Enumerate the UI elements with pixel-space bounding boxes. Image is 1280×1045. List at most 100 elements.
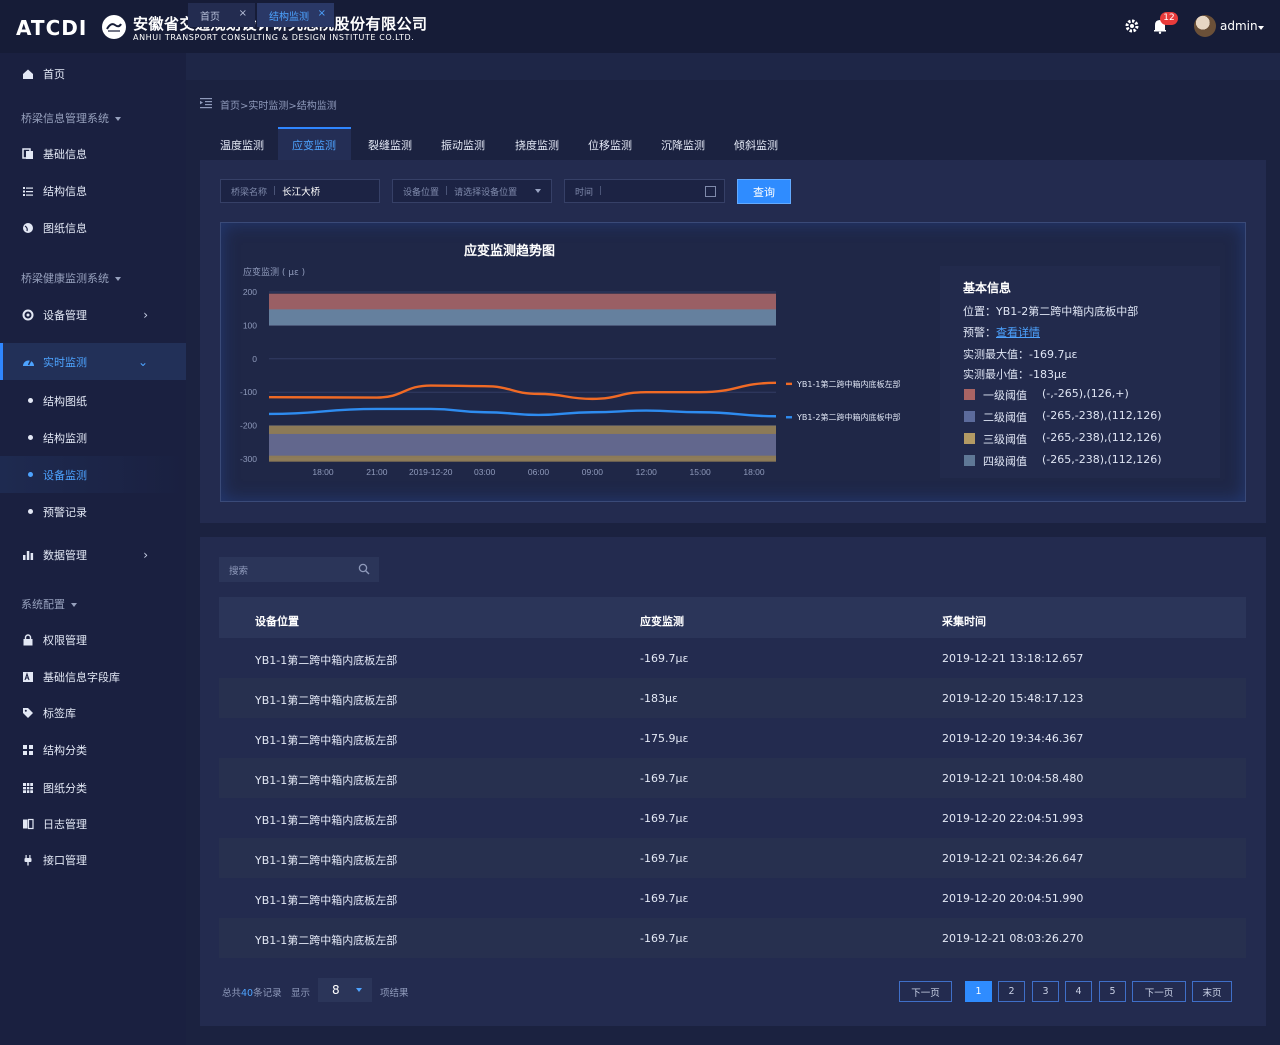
query-button[interactable]: 查询 bbox=[737, 179, 791, 204]
tab-strain[interactable]: 应变监测 bbox=[292, 137, 336, 153]
field-label: 设备位置 bbox=[403, 187, 440, 198]
sidebar-item-label: 设备监测 bbox=[43, 468, 87, 482]
sidebar-subitem-structure-drawing[interactable]: 结构图纸 bbox=[0, 382, 186, 419]
tab-structure-monitor[interactable]: 结构监测 × bbox=[257, 3, 334, 27]
sidebar-item-label: 首页 bbox=[43, 67, 65, 81]
table-row[interactable]: YB1-1第二跨中箱内底板左部 -169.7με 2019-12-20 22:0… bbox=[219, 798, 1246, 838]
column-header-location[interactable]: 设备位置 bbox=[255, 613, 299, 629]
font-icon bbox=[21, 670, 35, 684]
chart-title: 应变监测趋势图 bbox=[464, 244, 556, 259]
tab-deflection[interactable]: 挠度监测 bbox=[515, 137, 559, 153]
username[interactable]: admin bbox=[1220, 19, 1258, 33]
column-header-strain[interactable]: 应变监测 bbox=[640, 613, 684, 629]
sidebar-item-tag-library[interactable]: 标签库 bbox=[0, 694, 186, 731]
sidebar-group-bridge-info[interactable]: 桥梁信息管理系统 bbox=[21, 110, 121, 126]
table-row[interactable]: YB1-1第二跨中箱内底板左部 -169.7με 2019-12-21 10:0… bbox=[219, 758, 1246, 798]
avatar[interactable] bbox=[1194, 15, 1216, 37]
group-label: 系统配置 bbox=[21, 598, 65, 611]
sidebar-item-drawing-class[interactable]: 图纸分类 bbox=[0, 769, 186, 806]
page-button-4[interactable]: 4 bbox=[1065, 981, 1092, 1002]
gear-icon[interactable] bbox=[1124, 18, 1140, 34]
search-icon[interactable] bbox=[358, 563, 370, 575]
sidebar-item-data-mgmt[interactable]: 数据管理 › bbox=[0, 536, 186, 573]
threshold-range-4: (-265,-238),(112,126) bbox=[1042, 453, 1162, 466]
tab-home[interactable]: 首页 × bbox=[188, 3, 255, 27]
sidebar-group-system[interactable]: 系统配置 bbox=[21, 596, 77, 612]
notification-badge: 12 bbox=[1160, 12, 1178, 25]
sidebar-item-log-mgmt[interactable]: 日志管理 bbox=[0, 805, 186, 842]
last-page-button[interactable]: 末页 bbox=[1192, 981, 1232, 1002]
info-max: 实测最大值：-169.7με bbox=[963, 346, 1077, 362]
result-label: 项结果 bbox=[380, 988, 409, 999]
tab-settlement[interactable]: 沉降监测 bbox=[661, 137, 705, 153]
sidebar-item-label: 结构监测 bbox=[43, 431, 87, 445]
cell-strain: -169.7με bbox=[640, 852, 689, 865]
tab-temperature[interactable]: 温度监测 bbox=[220, 137, 264, 153]
series-line bbox=[268, 381, 777, 401]
cell-location: YB1-1第二跨中箱内底板左部 bbox=[255, 854, 398, 867]
cell-time: 2019-12-20 15:48:17.123 bbox=[942, 692, 1084, 705]
sidebar-item-basic-info[interactable]: 基础信息 bbox=[0, 135, 186, 172]
view-details-link[interactable]: 查看详情 bbox=[996, 326, 1040, 339]
cell-location: YB1-1第二跨中箱内底板左部 bbox=[255, 734, 398, 747]
sidebar-item-permission[interactable]: 权限管理 bbox=[0, 621, 186, 658]
company-name-en: ANHUI TRANSPORT CONSULTING & DESIGN INST… bbox=[133, 33, 415, 42]
search-input[interactable]: 搜索 bbox=[219, 557, 379, 582]
chevron-down-icon[interactable] bbox=[1258, 26, 1264, 30]
close-icon[interactable]: × bbox=[239, 8, 247, 19]
sidebar-item-label: 接口管理 bbox=[43, 853, 87, 867]
device-location-select[interactable]: 设备位置 | 请选择设备位置 bbox=[392, 179, 552, 203]
cell-location: YB1-1第二跨中箱内底板左部 bbox=[255, 934, 398, 947]
tab-tilt[interactable]: 倾斜监测 bbox=[734, 137, 778, 153]
page-button-5[interactable]: 5 bbox=[1099, 981, 1126, 1002]
sidebar-subitem-alarm-records[interactable]: 预警记录 bbox=[0, 493, 186, 530]
group-label: 桥梁健康监测系统 bbox=[21, 272, 109, 285]
cell-strain: -183με bbox=[640, 692, 678, 705]
table-row[interactable]: YB1-1第二跨中箱内底板左部 -169.7με 2019-12-20 20:0… bbox=[219, 878, 1246, 918]
table-row[interactable]: YB1-1第二跨中箱内底板左部 -183με 2019-12-20 15:48:… bbox=[219, 678, 1246, 718]
page-button-1[interactable]: 1 bbox=[965, 981, 992, 1002]
sidebar-item-drawing-info[interactable]: 图纸信息 bbox=[0, 209, 186, 246]
sidebar-item-home[interactable]: 首页 bbox=[0, 55, 186, 92]
info-location-label: 位置： bbox=[963, 305, 996, 318]
info-min-label: 实测最小值： bbox=[963, 368, 1029, 381]
cell-location: YB1-1第二跨中箱内底板左部 bbox=[255, 694, 398, 707]
sidebar-item-structure-class[interactable]: 结构分类 bbox=[0, 731, 186, 768]
time-picker[interactable]: 时间 | bbox=[564, 179, 725, 203]
sidebar-item-label: 结构图纸 bbox=[43, 394, 87, 408]
menu-fold-icon[interactable] bbox=[200, 97, 212, 109]
sidebar-item-device-mgmt[interactable]: 设备管理 › bbox=[0, 296, 186, 333]
page-button-3[interactable]: 3 bbox=[1032, 981, 1059, 1002]
sidebar-subitem-device-monitor[interactable]: 设备监测 bbox=[0, 456, 186, 493]
threshold-range-2: (-265,-238),(112,126) bbox=[1042, 409, 1162, 422]
table-row[interactable]: YB1-1第二跨中箱内底板左部 -169.7με 2019-12-21 13:1… bbox=[219, 638, 1246, 678]
page-button-2[interactable]: 2 bbox=[998, 981, 1025, 1002]
tab-crack[interactable]: 裂缝监测 bbox=[368, 137, 412, 153]
next-page-button[interactable]: 下一页 bbox=[1132, 981, 1186, 1002]
sidebar-item-field-library[interactable]: 基础信息字段库 bbox=[0, 658, 186, 695]
page-size-select[interactable]: 8 bbox=[318, 978, 372, 1002]
sidebar-item-realtime[interactable]: 实时监测 ⌄ bbox=[0, 343, 186, 380]
bridge-name-field[interactable]: 桥梁名称 | 长江大桥 bbox=[220, 179, 380, 203]
sidebar-group-health[interactable]: 桥梁健康监测系统 bbox=[21, 270, 121, 286]
sidebar-item-label: 基础信息字段库 bbox=[43, 670, 120, 684]
sidebar-item-structure-info[interactable]: 结构信息 bbox=[0, 172, 186, 209]
page-tab-bar bbox=[186, 53, 1280, 80]
field-label: 时间 bbox=[575, 187, 594, 198]
x-tick-label: 15:00 bbox=[689, 467, 711, 477]
cell-time: 2019-12-20 22:04:51.993 bbox=[942, 812, 1084, 825]
sidebar-item-api-mgmt[interactable]: 接口管理 bbox=[0, 841, 186, 878]
tab-vibration[interactable]: 振动监测 bbox=[441, 137, 485, 153]
sidebar-subitem-structure-monitor[interactable]: 结构监测 bbox=[0, 419, 186, 456]
close-icon[interactable]: × bbox=[318, 8, 326, 19]
breadcrumb: 首页>实时监测>结构监测 bbox=[220, 101, 337, 112]
prev-page-button[interactable]: 下一页 bbox=[899, 981, 952, 1002]
threshold-label-2: 二级阈值 bbox=[983, 411, 1027, 424]
x-tick-label: 03:00 bbox=[474, 467, 496, 477]
column-header-time[interactable]: 采集时间 bbox=[942, 613, 986, 629]
table-row[interactable]: YB1-1第二跨中箱内底板左部 -169.7με 2019-12-21 02:3… bbox=[219, 838, 1246, 878]
tab-displacement[interactable]: 位移监测 bbox=[588, 137, 632, 153]
table-row[interactable]: YB1-1第二跨中箱内底板左部 -169.7με 2019-12-21 08:0… bbox=[219, 918, 1246, 958]
bridge-name-value[interactable]: 长江大桥 bbox=[282, 184, 320, 198]
table-row[interactable]: YB1-1第二跨中箱内底板左部 -175.9με 2019-12-20 19:3… bbox=[219, 718, 1246, 758]
